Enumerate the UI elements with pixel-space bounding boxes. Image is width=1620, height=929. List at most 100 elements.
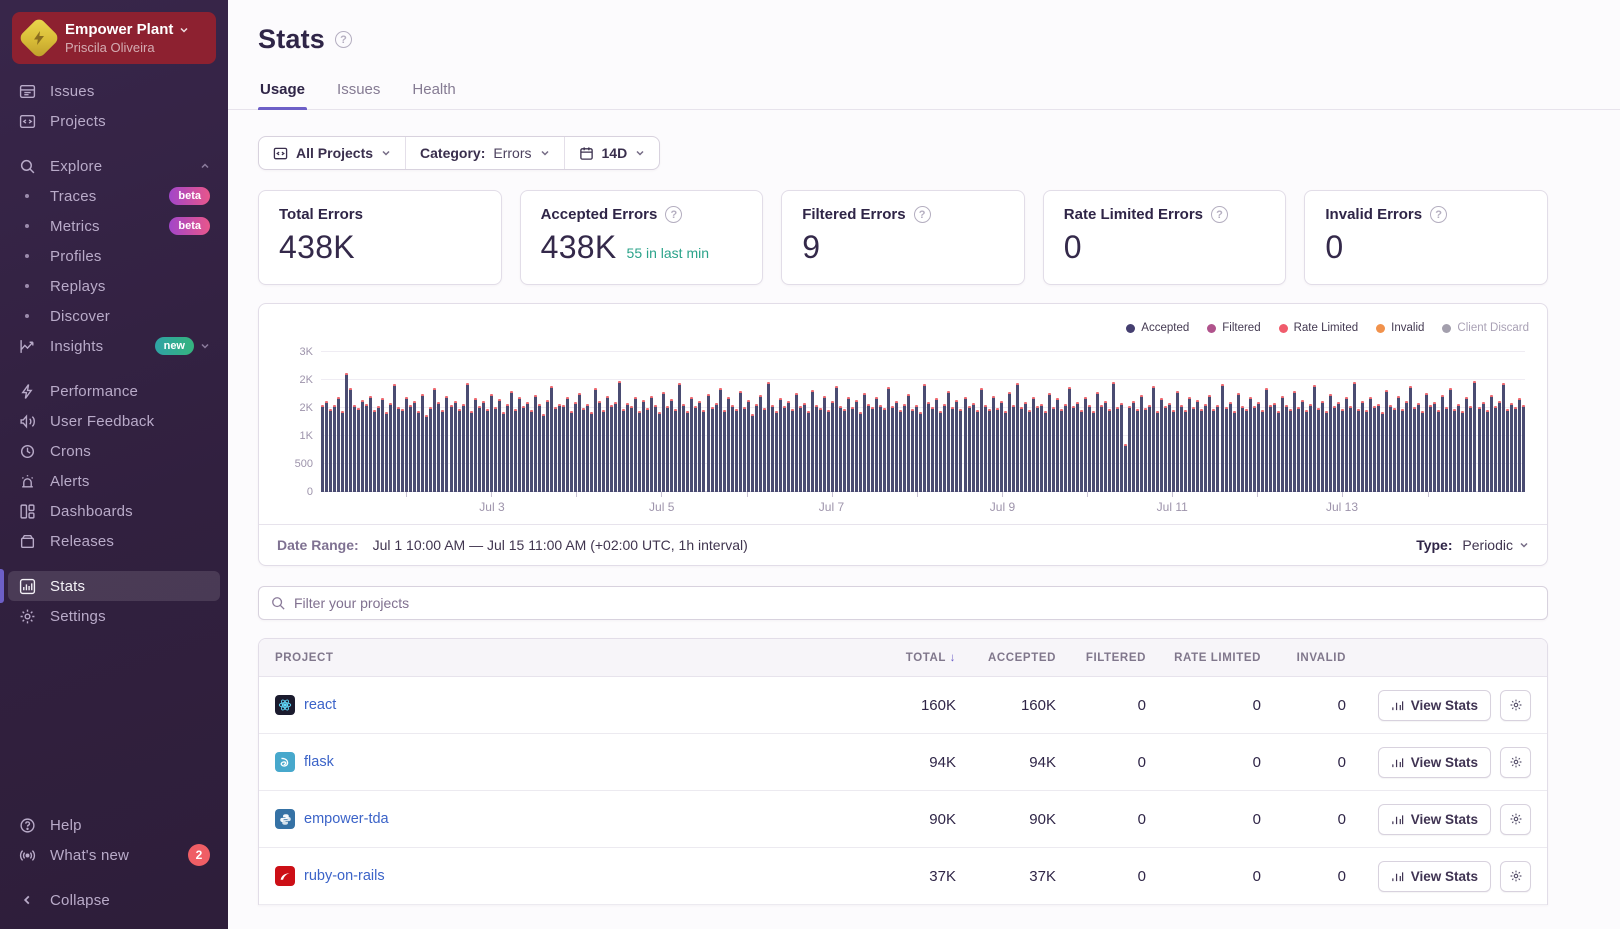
project-link[interactable]: empower-tda (304, 811, 389, 827)
chart-bar (1325, 411, 1328, 492)
project-settings-button[interactable] (1500, 804, 1531, 835)
sidebar-item-releases[interactable]: Releases (8, 526, 220, 556)
chart-bar (425, 415, 428, 492)
sidebar-item-explore[interactable]: Explore (8, 151, 220, 181)
chart-bar (1297, 407, 1300, 492)
tab-health[interactable]: Health (410, 81, 457, 109)
card-subtext: 55 in last min (627, 245, 709, 261)
project-settings-button[interactable] (1500, 747, 1531, 778)
chart-bar (1269, 405, 1272, 492)
chart-bar (558, 404, 561, 492)
sidebar-item-stats[interactable]: Stats (8, 571, 220, 601)
project-settings-button[interactable] (1500, 861, 1531, 892)
sidebar-item-issues[interactable]: Issues (8, 76, 220, 106)
org-switcher[interactable]: Empower Plant Priscila Oliveira (12, 12, 216, 64)
gear-icon (18, 608, 36, 625)
sidebar-item-user-feedback[interactable]: User Feedback (8, 406, 220, 436)
project-settings-button[interactable] (1500, 690, 1531, 721)
sidebar-item-help[interactable]: Help (8, 810, 220, 840)
chart-bar (751, 414, 754, 492)
chart-bar (1040, 404, 1043, 492)
col-accepted[interactable]: ACCEPTED (956, 652, 1056, 664)
sidebar-item-profiles[interactable]: Profiles (8, 241, 220, 271)
legend-invalid[interactable]: Invalid (1376, 322, 1424, 334)
card-help-icon[interactable]: ? (914, 206, 931, 223)
sidebar-item-projects[interactable]: Projects (8, 106, 220, 136)
legend-rate-limited[interactable]: Rate Limited (1279, 322, 1359, 334)
chart-bar (1072, 406, 1075, 492)
project-filter-dropdown[interactable]: All Projects (259, 137, 405, 169)
chart-bar (498, 399, 501, 492)
chart-bar (397, 407, 400, 492)
chart-bar (590, 412, 593, 492)
card-help-icon[interactable]: ? (1430, 206, 1447, 223)
chart-bar (1473, 381, 1476, 492)
sidebar-item-settings[interactable]: Settings (8, 601, 220, 631)
sidebar-item-insights[interactable]: Insights new (8, 331, 220, 361)
chart-bar (1313, 385, 1316, 492)
view-stats-button[interactable]: View Stats (1378, 804, 1491, 835)
chart-bar (1000, 401, 1003, 492)
sidebar-item-collapse[interactable]: Collapse (8, 885, 220, 915)
tab-issues[interactable]: Issues (335, 81, 382, 109)
chart-bar (1088, 405, 1091, 492)
sidebar-item-crons[interactable]: Crons (8, 436, 220, 466)
sidebar-item-traces[interactable]: Traces beta (8, 181, 220, 211)
page-help-icon[interactable]: ? (335, 31, 352, 48)
sidebar-item-whats-new[interactable]: What's new 2 (8, 840, 220, 870)
sidebar-item-replays[interactable]: Replays (8, 271, 220, 301)
sidebar-item-dashboards[interactable]: Dashboards (8, 496, 220, 526)
view-stats-button[interactable]: View Stats (1378, 690, 1491, 721)
bullet-icon (18, 194, 36, 198)
card-help-icon[interactable]: ? (1211, 206, 1228, 223)
legend-accepted[interactable]: Accepted (1126, 322, 1189, 334)
search-icon (271, 596, 285, 610)
col-rate-limited[interactable]: RATE LIMITED (1146, 652, 1261, 664)
chart-bar (1381, 412, 1384, 492)
legend-client-discard[interactable]: Client Discard (1442, 322, 1529, 334)
col-filtered[interactable]: FILTERED (1056, 652, 1146, 664)
chart-bar (879, 405, 882, 492)
view-stats-button[interactable]: View Stats (1378, 747, 1491, 778)
sidebar-item-label: Crons (50, 443, 210, 460)
chart-bar (859, 412, 862, 492)
sidebar-item-discover[interactable]: Discover (8, 301, 220, 331)
issues-icon (18, 83, 36, 100)
card-help-icon[interactable]: ? (665, 206, 682, 223)
chart-bar (1401, 409, 1404, 492)
project-search-input[interactable] (294, 595, 1535, 611)
cell-filtered: 0 (1056, 754, 1146, 771)
cell-accepted: 160K (956, 697, 1056, 714)
chart-bar (823, 396, 826, 492)
col-invalid[interactable]: INVALID (1261, 652, 1346, 664)
sidebar-item-label: Projects (50, 113, 210, 130)
col-total[interactable]: TOTAL ↓ (861, 652, 956, 664)
chart-bar (763, 408, 766, 492)
chart-bar (1522, 405, 1525, 492)
category-dropdown[interactable]: Category: Errors (405, 137, 563, 169)
sidebar-item-metrics[interactable]: Metrics beta (8, 211, 220, 241)
project-link[interactable]: react (304, 697, 336, 713)
chart-bar (1156, 411, 1159, 492)
table-row: ruby-on-rails 37K 37K 0 0 0 View Stats (259, 848, 1547, 905)
bullet-icon (18, 314, 36, 318)
view-stats-button[interactable]: View Stats (1378, 861, 1491, 892)
chart-bar (373, 410, 376, 492)
sidebar-item-alerts[interactable]: Alerts (8, 466, 220, 496)
legend-filtered[interactable]: Filtered (1207, 322, 1260, 334)
col-project[interactable]: PROJECT (275, 652, 861, 664)
date-range-dropdown[interactable]: 14D (564, 137, 660, 169)
project-link[interactable]: flask (304, 754, 334, 770)
tab-usage[interactable]: Usage (258, 81, 307, 109)
sidebar-item-label: Help (50, 817, 210, 834)
chart-bar (1518, 398, 1521, 492)
type-dropdown[interactable]: Periodic (1462, 537, 1529, 553)
sidebar-item-performance[interactable]: Performance (8, 376, 220, 406)
chart-bar (1168, 403, 1171, 492)
x-axis-tick: Jul 5 (649, 500, 674, 514)
chart-bar (867, 404, 870, 492)
chart-bar (514, 409, 517, 492)
chart-bar (1016, 383, 1019, 492)
project-link[interactable]: ruby-on-rails (304, 868, 385, 884)
chart-bar (1453, 409, 1456, 492)
